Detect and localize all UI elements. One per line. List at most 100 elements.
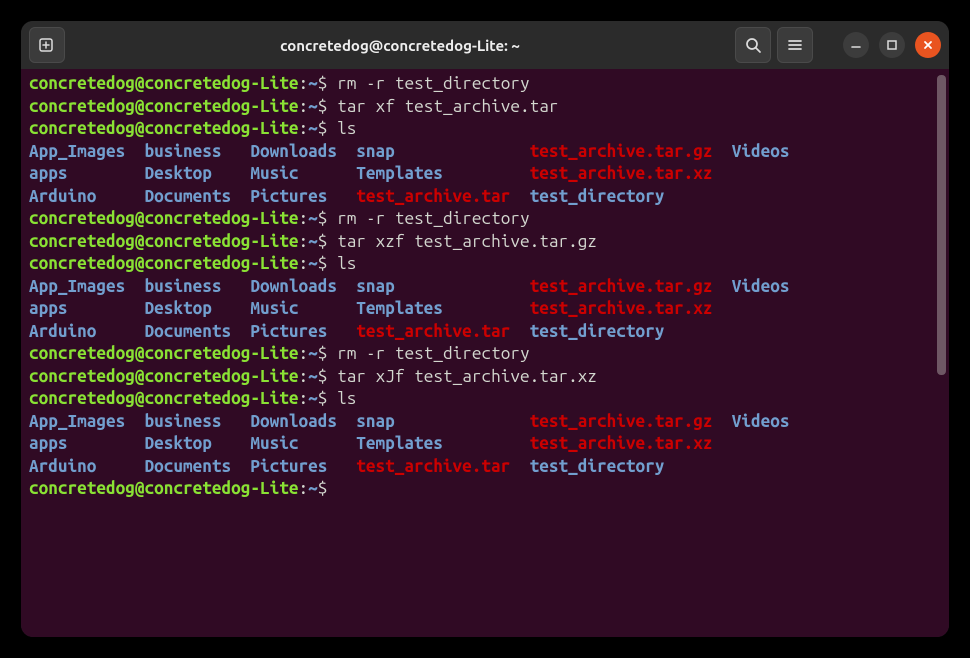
ls-dir: Pictures: [250, 322, 356, 341]
terminal-line: concretedog@concretedog-Lite:~$ ls: [29, 253, 941, 276]
terminal-line: apps Desktop Music Templates test_archiv…: [29, 163, 941, 186]
ls-dir: Music: [250, 164, 356, 183]
ls-archive: test_archive.tar.xz: [530, 164, 713, 183]
prompt-path: ~: [308, 367, 318, 386]
ls-archive: test_archive.tar: [356, 457, 529, 476]
terminal-line: apps Desktop Music Templates test_archiv…: [29, 433, 941, 456]
prompt-userhost: concretedog@concretedog-Lite: [29, 209, 299, 228]
terminal-line: concretedog@concretedog-Lite:~$: [29, 478, 941, 501]
ls-dir: Videos: [732, 142, 790, 161]
new-tab-button[interactable]: [29, 27, 65, 63]
prompt-userhost: concretedog@concretedog-Lite: [29, 97, 299, 116]
ls-dir: Downloads: [250, 412, 356, 431]
prompt-userhost: concretedog@concretedog-Lite: [29, 389, 299, 408]
prompt-path: ~: [308, 254, 318, 273]
menu-button[interactable]: [777, 27, 813, 63]
ls-dir: Documents: [145, 187, 251, 206]
prompt-userhost: concretedog@concretedog-Lite: [29, 254, 299, 273]
terminal-line: concretedog@concretedog-Lite:~$ tar xf t…: [29, 96, 941, 119]
ls-dir: Templates: [356, 434, 529, 453]
ls-dir: Documents: [145, 322, 251, 341]
prompt-userhost: concretedog@concretedog-Lite: [29, 74, 299, 93]
ls-dir: snap: [356, 277, 529, 296]
command-text: tar xJf test_archive.tar.xz: [337, 367, 597, 386]
ls-dir: Videos: [732, 277, 790, 296]
prompt-path: ~: [308, 389, 318, 408]
ls-dir: Pictures: [250, 457, 356, 476]
ls-dir: business: [145, 142, 251, 161]
prompt-path: ~: [308, 232, 318, 251]
ls-dir: snap: [356, 412, 529, 431]
command-text: rm -r test_directory: [337, 209, 530, 228]
ls-dir: Templates: [356, 164, 529, 183]
terminal-body[interactable]: concretedog@concretedog-Lite:~$ rm -r te…: [21, 69, 949, 637]
prompt-userhost: concretedog@concretedog-Lite: [29, 344, 299, 363]
ls-dir: Downloads: [250, 277, 356, 296]
ls-dir: apps: [29, 434, 145, 453]
prompt-path: ~: [308, 97, 318, 116]
ls-dir: Desktop: [145, 434, 251, 453]
prompt-path: ~: [308, 74, 318, 93]
ls-dir: Templates: [356, 299, 529, 318]
ls-dir: test_directory: [530, 187, 665, 206]
scrollbar[interactable]: [937, 75, 946, 375]
terminal-line: concretedog@concretedog-Lite:~$ rm -r te…: [29, 343, 941, 366]
terminal-line: concretedog@concretedog-Lite:~$ ls: [29, 388, 941, 411]
ls-dir: Desktop: [145, 164, 251, 183]
prompt-userhost: concretedog@concretedog-Lite: [29, 479, 299, 498]
command-text: tar xzf test_archive.tar.gz: [337, 232, 597, 251]
ls-archive: test_archive.tar.gz: [530, 142, 732, 161]
ls-dir: Videos: [732, 412, 790, 431]
prompt-userhost: concretedog@concretedog-Lite: [29, 119, 299, 138]
ls-archive: test_archive.tar: [356, 322, 529, 341]
prompt-path: ~: [308, 479, 318, 498]
ls-dir: apps: [29, 299, 145, 318]
minimize-button[interactable]: [843, 32, 869, 58]
ls-dir: Desktop: [145, 299, 251, 318]
ls-dir: App_Images: [29, 412, 145, 431]
ls-dir: snap: [356, 142, 529, 161]
ls-dir: business: [145, 277, 251, 296]
prompt-path: ~: [308, 119, 318, 138]
terminal-line: App_Images business Downloads snap test_…: [29, 276, 941, 299]
command-text: tar xf test_archive.tar: [337, 97, 558, 116]
terminal-line: concretedog@concretedog-Lite:~$ rm -r te…: [29, 73, 941, 96]
ls-dir: Music: [250, 299, 356, 318]
command-text: ls: [337, 254, 356, 273]
ls-archive: test_archive.tar.xz: [530, 434, 713, 453]
terminal-line: Arduino Documents Pictures test_archive.…: [29, 456, 941, 479]
ls-dir: App_Images: [29, 277, 145, 296]
maximize-button[interactable]: [879, 32, 905, 58]
ls-archive: test_archive.tar.gz: [530, 277, 732, 296]
ls-dir: Arduino: [29, 187, 145, 206]
terminal-line: App_Images business Downloads snap test_…: [29, 411, 941, 434]
search-button[interactable]: [735, 27, 771, 63]
close-button[interactable]: [915, 32, 941, 58]
ls-dir: Downloads: [250, 142, 356, 161]
window-title: concretedog@concretedog-Lite: ~: [280, 37, 520, 54]
ls-dir: App_Images: [29, 142, 145, 161]
prompt-userhost: concretedog@concretedog-Lite: [29, 232, 299, 251]
ls-dir: Arduino: [29, 457, 145, 476]
terminal-line: Arduino Documents Pictures test_archive.…: [29, 321, 941, 344]
terminal-line: concretedog@concretedog-Lite:~$ tar xzf …: [29, 231, 941, 254]
terminal-line: apps Desktop Music Templates test_archiv…: [29, 298, 941, 321]
prompt-path: ~: [308, 209, 318, 228]
ls-archive: test_archive.tar.xz: [530, 299, 713, 318]
terminal-line: concretedog@concretedog-Lite:~$ rm -r te…: [29, 208, 941, 231]
terminal-line: Arduino Documents Pictures test_archive.…: [29, 186, 941, 209]
command-text: rm -r test_directory: [337, 344, 530, 363]
ls-archive: test_archive.tar: [356, 187, 529, 206]
ls-dir: test_directory: [530, 322, 665, 341]
window-controls: [833, 32, 941, 58]
command-text: ls: [337, 119, 356, 138]
ls-dir: test_directory: [530, 457, 665, 476]
terminal-content: concretedog@concretedog-Lite:~$ rm -r te…: [29, 73, 941, 501]
terminal-line: concretedog@concretedog-Lite:~$ tar xJf …: [29, 366, 941, 389]
ls-archive: test_archive.tar.gz: [530, 412, 732, 431]
prompt-path: ~: [308, 344, 318, 363]
terminal-window: concretedog@concretedog-Lite: ~ concrete…: [21, 21, 949, 637]
terminal-line: concretedog@concretedog-Lite:~$ ls: [29, 118, 941, 141]
command-text: ls: [337, 389, 356, 408]
ls-dir: Arduino: [29, 322, 145, 341]
